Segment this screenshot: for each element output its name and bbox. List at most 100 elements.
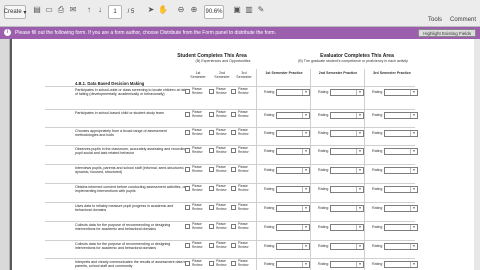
rating-dropdown[interactable]: ▾ [276, 224, 310, 231]
fit-page-icon[interactable]: ▣ [232, 5, 242, 15]
semester-checkbox[interactable] [231, 112, 236, 117]
rating-dropdown[interactable]: ▾ [384, 261, 418, 268]
semester-checkbox[interactable] [231, 130, 236, 135]
comment-link[interactable]: Comment [450, 17, 476, 23]
semester-checkbox[interactable] [231, 261, 236, 266]
semester-checkbox[interactable] [209, 89, 214, 94]
semester-checkbox[interactable] [185, 186, 190, 191]
rating-dropdown[interactable]: ▾ [276, 112, 310, 119]
next-page-icon[interactable]: ↓ [95, 5, 105, 15]
semester-checkbox[interactable] [209, 112, 214, 117]
rating-dropdown[interactable]: ▾ [330, 89, 364, 96]
tools-link[interactable]: Tools [428, 17, 442, 23]
rating-dropdown[interactable]: ▾ [384, 186, 418, 193]
semester-checkbox[interactable] [231, 243, 236, 248]
save-icon[interactable]: ▭ [44, 5, 54, 15]
semester-checkbox[interactable] [209, 186, 214, 191]
semester-checkbox[interactable] [231, 148, 236, 153]
comment-icon[interactable]: ✎ [256, 5, 266, 15]
rating-dropdown[interactable]: ▾ [384, 167, 418, 174]
create-button[interactable]: Create ▾ [4, 5, 26, 19]
print-icon[interactable]: ⎙ [56, 5, 66, 15]
form-banner: Please fill out the following form. If y… [0, 27, 480, 39]
zoom-in-icon[interactable]: ⊕ [189, 5, 199, 15]
chevron-down-icon: ▾ [302, 244, 309, 249]
rating-dropdown[interactable]: ▾ [330, 224, 364, 231]
rating-dropdown[interactable]: ▾ [330, 130, 364, 137]
rating-dropdown[interactable]: ▾ [276, 148, 310, 155]
please-review-label: Please Review [192, 87, 203, 95]
rating-dropdown[interactable]: ▾ [276, 89, 310, 96]
semester-checkbox[interactable] [209, 130, 214, 135]
rating-label: Rating [372, 206, 383, 210]
vertical-scrollbar[interactable] [474, 39, 480, 270]
semester-checkbox[interactable] [185, 224, 190, 229]
rating-dropdown[interactable]: ▾ [330, 243, 364, 250]
semester-checkbox[interactable] [185, 148, 190, 153]
chevron-down-icon: ▾ [356, 168, 363, 173]
semester-checkbox[interactable] [185, 112, 190, 117]
rating-dropdown[interactable]: ▾ [384, 224, 418, 231]
prev-page-icon[interactable]: ↑ [84, 5, 94, 15]
semester-checkbox[interactable] [185, 89, 190, 94]
chevron-down-icon: ▾ [356, 244, 363, 249]
rating-label: Rating [264, 244, 275, 248]
rating-dropdown[interactable]: ▾ [276, 243, 310, 250]
rating-dropdown[interactable]: ▾ [330, 186, 364, 193]
semester-checkbox[interactable] [185, 205, 190, 210]
zoom-out-icon[interactable]: ⊖ [176, 5, 186, 15]
practice-column-header: 3rd Semester Practice [373, 71, 411, 75]
zoom-select[interactable]: 90.6% [204, 5, 224, 19]
question-text: Obtains informed consent before conducti… [75, 185, 186, 194]
navigation-pane[interactable] [0, 39, 10, 270]
column-divider [256, 69, 257, 270]
rating-dropdown[interactable]: ▾ [384, 89, 418, 96]
rating-dropdown[interactable]: ▾ [384, 205, 418, 212]
rating-label: Rating [372, 131, 383, 135]
semester-checkbox[interactable] [209, 167, 214, 172]
fit-width-icon[interactable]: ▥ [244, 5, 254, 15]
semester-checkbox[interactable] [185, 130, 190, 135]
rating-dropdown[interactable]: ▾ [384, 112, 418, 119]
semester-checkbox[interactable] [185, 261, 190, 266]
column-divider [364, 69, 365, 270]
semester-checkbox[interactable] [185, 243, 190, 248]
rating-dropdown[interactable]: ▾ [276, 186, 310, 193]
semester-checkbox[interactable] [231, 167, 236, 172]
rating-dropdown[interactable]: ▾ [276, 130, 310, 137]
please-review-label: Please Review [192, 146, 203, 154]
hand-tool-icon[interactable]: ✋ [158, 5, 168, 15]
chevron-down-icon: ▾ [356, 225, 363, 230]
semester-checkbox[interactable] [209, 261, 214, 266]
rating-dropdown[interactable]: ▾ [330, 205, 364, 212]
rating-dropdown[interactable]: ▾ [330, 148, 364, 155]
semester-checkbox[interactable] [231, 186, 236, 191]
rating-label: Rating [318, 262, 329, 266]
page-number-input[interactable]: 1 [108, 5, 122, 19]
select-tool-icon[interactable]: ➤ [146, 5, 156, 15]
rating-dropdown[interactable]: ▾ [276, 167, 310, 174]
rating-dropdown[interactable]: ▾ [384, 130, 418, 137]
semester-checkbox[interactable] [209, 148, 214, 153]
rating-dropdown[interactable]: ▾ [330, 112, 364, 119]
rating-dropdown[interactable]: ▾ [384, 148, 418, 155]
semester-checkbox[interactable] [231, 205, 236, 210]
rating-dropdown[interactable]: ▾ [330, 261, 364, 268]
rating-dropdown[interactable]: ▾ [276, 205, 310, 212]
email-icon[interactable]: ✉ [68, 5, 78, 15]
semester-checkbox[interactable] [231, 89, 236, 94]
rating-label: Rating [372, 149, 383, 153]
highlight-fields-button[interactable]: Highlight Existing Fields [418, 29, 476, 37]
semester-checkbox[interactable] [209, 205, 214, 210]
chevron-down-icon: ▾ [410, 131, 417, 136]
rating-dropdown[interactable]: ▾ [330, 167, 364, 174]
rating-dropdown[interactable]: ▾ [384, 243, 418, 250]
question-text: Chooses appropriately from a broad range… [75, 129, 167, 138]
rating-dropdown[interactable]: ▾ [276, 261, 310, 268]
semester-checkbox[interactable] [209, 224, 214, 229]
semester-checkbox[interactable] [185, 167, 190, 172]
student-sub-header: (B) Experiences and Opportunities [195, 59, 251, 63]
open-icon[interactable]: ▤ [32, 5, 42, 15]
semester-checkbox[interactable] [209, 243, 214, 248]
semester-checkbox[interactable] [231, 224, 236, 229]
